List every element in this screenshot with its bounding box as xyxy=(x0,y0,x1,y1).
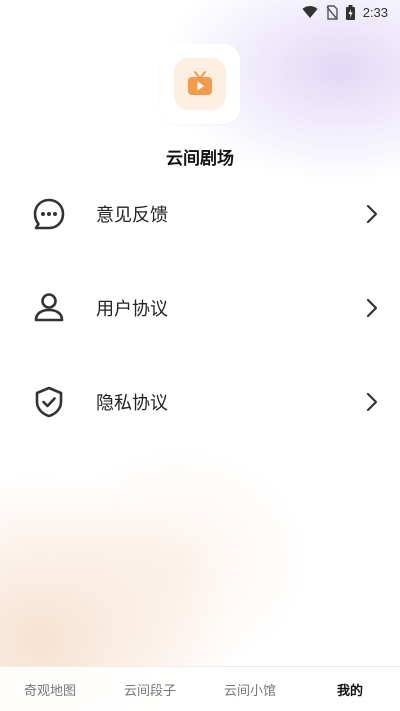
chevron-right-icon xyxy=(364,392,380,412)
wifi-icon xyxy=(302,5,318,19)
tab-map[interactable]: 奇观地图 xyxy=(0,680,100,699)
bottom-tab-bar: 奇观地图 云间段子 云间小馆 我的 xyxy=(0,666,400,711)
menu-label-privacy-policy: 隐私协议 xyxy=(96,393,168,414)
status-bar: 2:33 xyxy=(0,0,400,24)
tab-shop[interactable]: 云间小馆 xyxy=(200,680,300,699)
menu-label-user-agreement: 用户协议 xyxy=(96,299,168,320)
menu-item-privacy-policy[interactable]: 隐私协议 xyxy=(0,361,400,443)
battery-charging-icon xyxy=(345,4,355,20)
chat-bubble-icon xyxy=(32,197,66,231)
chevron-right-icon xyxy=(364,204,380,224)
app-name: 云间剧场 xyxy=(166,149,234,169)
tab-jokes[interactable]: 云间段子 xyxy=(100,680,200,699)
chevron-right-icon xyxy=(364,298,380,318)
shield-check-icon xyxy=(32,385,66,419)
menu-label-feedback: 意见反馈 xyxy=(96,205,168,226)
no-sim-icon xyxy=(326,4,338,20)
settings-menu: 意见反馈 用户协议 隐私协议 xyxy=(0,173,400,455)
app-header: 云间剧场 xyxy=(0,44,400,169)
status-time: 2:33 xyxy=(362,4,388,20)
tab-mine[interactable]: 我的 xyxy=(300,680,400,699)
app-logo xyxy=(160,44,240,124)
tv-play-icon xyxy=(174,58,226,110)
menu-item-feedback[interactable]: 意见反馈 xyxy=(0,173,400,255)
menu-item-user-agreement[interactable]: 用户协议 xyxy=(0,267,400,349)
user-icon xyxy=(32,291,66,325)
